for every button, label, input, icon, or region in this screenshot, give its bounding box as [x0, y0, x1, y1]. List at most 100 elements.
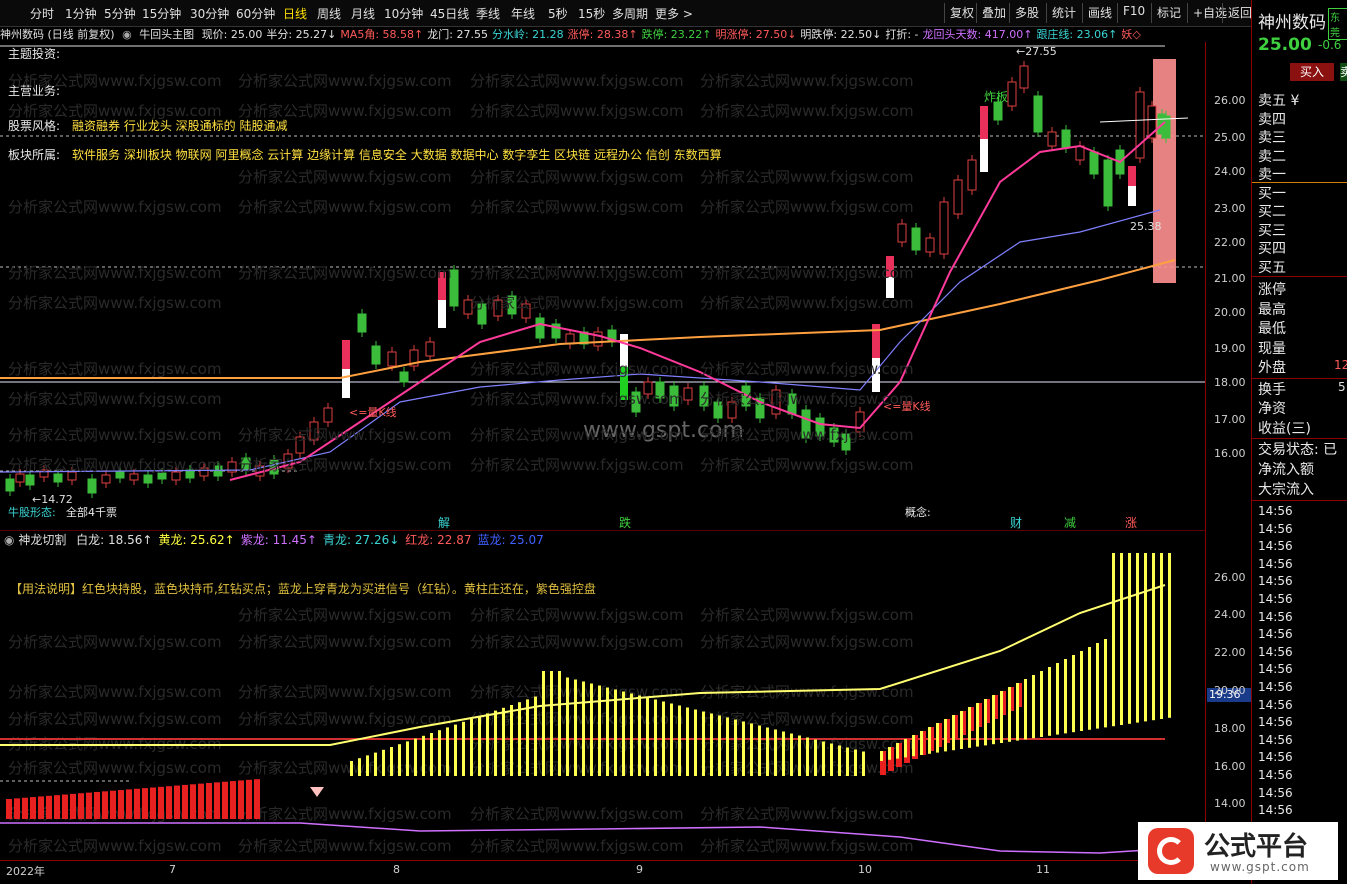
period-tab[interactable]: 季线 [476, 5, 500, 22]
yellow-bar [1008, 687, 1011, 742]
toolbar-button[interactable]: F10 [1117, 3, 1150, 23]
sub-tick: 18.00 [1214, 722, 1246, 735]
toolbar-button[interactable]: 复权 [944, 3, 979, 23]
yellow-bar [1144, 553, 1147, 722]
indicator-value: MA5角: 58.58↑ [340, 28, 424, 41]
watermark-text: 分析家公式网www.fxjgsw.com [470, 360, 684, 378]
watermark-text: 分析家公式网www.fxjgsw.com [470, 198, 684, 216]
buy-level: 买四 [1258, 241, 1286, 257]
red-bar [238, 780, 244, 819]
yellow-bar [1056, 663, 1059, 735]
yellow-bar [662, 701, 665, 776]
watermark-text: 分析家公式网www.fxjgsw.com [470, 456, 684, 474]
period-tab[interactable]: 1分钟 [65, 5, 97, 22]
sub-tick: 16.00 [1214, 760, 1246, 773]
yellow-bar [366, 755, 369, 776]
yellow-bar [1024, 679, 1027, 740]
toolbar-button[interactable]: 叠加 [976, 3, 1011, 23]
period-tab[interactable]: 10分钟 [384, 5, 423, 22]
watermark-text: 分析家公式网www.fxjgsw.com [238, 102, 452, 120]
yellow-bar [1096, 643, 1099, 729]
sub-info-bar: ◉ 神龙切割 白龙: 18.56↑ 黄龙: 25.62↑ 紫龙: 11.45↑ 青龙:… [4, 531, 544, 548]
yellow-bar [598, 685, 601, 776]
period-tab[interactable]: 周线 [317, 5, 341, 22]
date-tick: 8 [393, 863, 400, 876]
toolbar-button[interactable]: 标记 [1151, 3, 1186, 23]
red-bar [126, 789, 132, 819]
watermark-text: 分析家公式网www.fxjgsw.com [470, 168, 684, 186]
event-marker[interactable]: 跌 [619, 514, 631, 531]
watermark-text: 分析家公式网www.fxjgsw.com [238, 456, 452, 474]
collapse-icon[interactable]: ◉ [122, 28, 132, 41]
flow-stat: 大宗流入 [1258, 482, 1314, 498]
watermark-text: 分析家公式网www.fxjgsw.com [470, 294, 684, 312]
red-bar [158, 786, 164, 819]
red-bar [174, 785, 180, 819]
stock-title[interactable]: 神州数码 (日线 前复权) [0, 28, 115, 41]
period-tab[interactable]: 年线 [511, 5, 535, 22]
price-tick: 21.00 [1214, 272, 1246, 285]
watermark-text: 分析家公式网www.fxjgsw.com [238, 264, 452, 282]
toolbar-button[interactable]: 画线 [1082, 3, 1117, 23]
event-marker[interactable]: 解 [438, 514, 450, 531]
candle [438, 300, 446, 328]
yellow-bar [1032, 675, 1035, 739]
yellow-bar [710, 713, 713, 776]
period-tab[interactable]: 分时 [30, 5, 54, 22]
event-marker[interactable]: 涨 [1125, 514, 1137, 531]
indicator-value: 龙回头天数: 417.00↑ [922, 28, 1033, 41]
quote-stat: 净资 [1258, 401, 1286, 417]
period-tab[interactable]: 30分钟 [190, 5, 229, 22]
candle [939, 201, 949, 255]
price-tick: 26.00 [1214, 94, 1246, 107]
watermark-text: 分析家公式网www.fxjgsw.com [8, 456, 222, 474]
yellow-bar [782, 731, 785, 776]
red-bar [246, 779, 252, 819]
candle [967, 159, 977, 191]
indicator-name[interactable]: 牛回头主图 [139, 28, 194, 41]
sub-tick: 14.00 [1214, 797, 1246, 810]
period-tab[interactable]: 月线 [351, 5, 375, 22]
period-tab[interactable]: 5分钟 [104, 5, 136, 22]
dragon-value: 蓝龙: 25.07 [477, 533, 544, 547]
collapse-icon[interactable]: ◉ [4, 533, 14, 547]
region-tag: 东莞 [1328, 8, 1347, 40]
candle [1047, 131, 1057, 147]
period-tab[interactable]: 45日线 [430, 5, 469, 22]
yellow-bar [622, 691, 625, 776]
watermark-text: 分析家公式网www.fxjgsw.com [8, 390, 222, 408]
candle [371, 345, 381, 365]
event-marker[interactable]: 财 [1010, 514, 1022, 531]
date-axis: 2022年 7 8 9 10 11 [0, 860, 1205, 879]
candle [101, 474, 111, 484]
period-tab[interactable]: 15秒 [578, 5, 605, 22]
sub-indicator-name[interactable]: 神龙切割 [18, 533, 66, 547]
yellow-bar [422, 735, 425, 776]
watermark-text: 分析家公式网www.fxjgsw.com [700, 456, 914, 474]
period-tab[interactable]: 15分钟 [142, 5, 181, 22]
yellow-bar [1160, 553, 1163, 719]
event-marker[interactable]: 减 [1064, 514, 1076, 531]
red-bar [206, 783, 212, 819]
date-tick: 7 [169, 863, 176, 876]
buy-level: 买二 [1258, 204, 1286, 220]
yellow-bar [534, 696, 537, 776]
period-tab[interactable]: 5秒 [548, 5, 568, 22]
yellow-bar [790, 733, 793, 776]
dragon-value: 红龙: 22.87 [405, 533, 472, 547]
toolbar-button[interactable]: 多股 [1009, 3, 1044, 23]
buy-button[interactable]: 买入 [1290, 63, 1334, 81]
period-tab[interactable]: 更多 > [655, 5, 693, 22]
period-tab[interactable]: 60分钟 [236, 5, 275, 22]
period-tab[interactable]: 多周期 [612, 5, 648, 22]
yellow-bar [976, 703, 979, 747]
yellow-bar [912, 735, 915, 757]
indicator-value: 现价: 25.00 [201, 28, 263, 41]
yellow-bar [1088, 647, 1091, 730]
candle [323, 407, 333, 423]
period-tab[interactable]: 日线 [283, 5, 307, 22]
red-bar [118, 790, 124, 819]
yellow-bar [1136, 553, 1139, 723]
toolbar-button[interactable]: 统计 [1046, 3, 1081, 23]
sell-button[interactable]: 卖 [1340, 63, 1347, 81]
